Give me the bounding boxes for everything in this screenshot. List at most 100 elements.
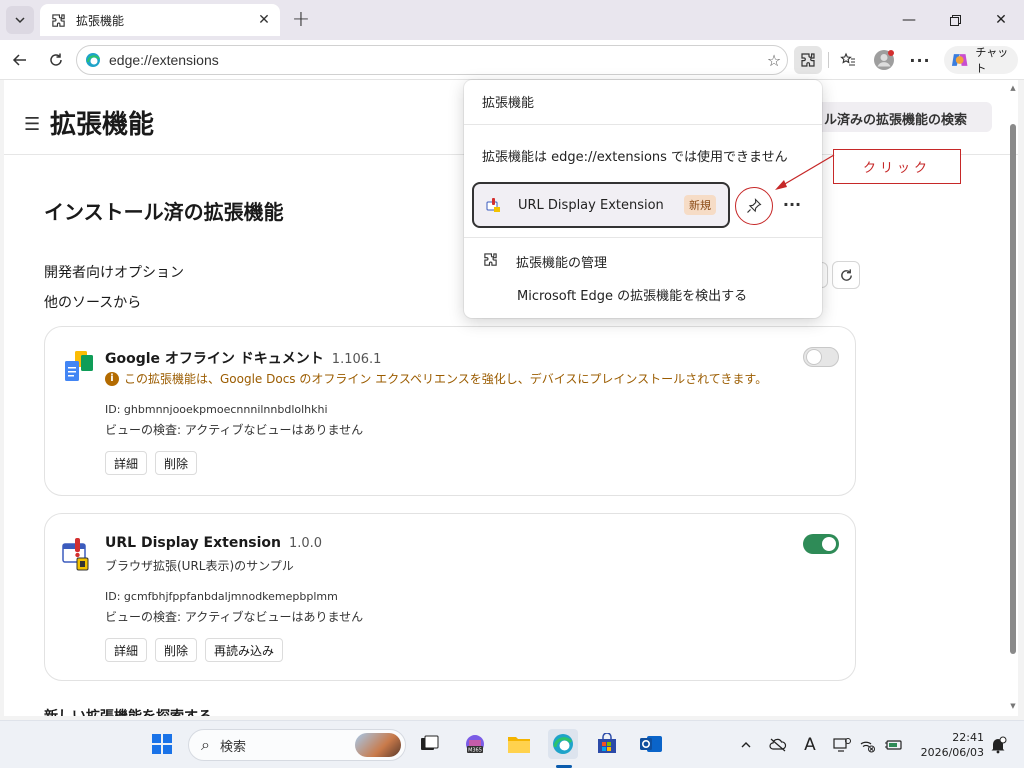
- hamburger-menu-icon[interactable]: ☰: [24, 114, 40, 135]
- search-highlight-image: [355, 733, 401, 757]
- close-window-button[interactable]: ✕: [986, 6, 1016, 34]
- restore-button[interactable]: [940, 6, 970, 34]
- scroll-up-icon[interactable]: ▲: [1008, 84, 1018, 94]
- outlook-button[interactable]: [636, 729, 666, 759]
- explore-extensions-heading: 新しい拡張機能を探索する: [44, 706, 212, 716]
- info-icon: i: [105, 371, 119, 386]
- pin-button[interactable]: [735, 187, 773, 225]
- extensions-button[interactable]: [794, 46, 822, 74]
- back-arrow-icon: [12, 54, 26, 66]
- tab-extensions[interactable]: 拡張機能 ✕: [40, 4, 280, 36]
- svg-text:M365: M365: [468, 748, 482, 754]
- favorites-button[interactable]: [834, 46, 862, 74]
- extension-description: i この拡張機能は、Google Docs のオフライン エクスペリエンスを強化し…: [105, 370, 767, 387]
- extension-search-input[interactable]: ル済みの拡張機能の検索: [804, 102, 992, 132]
- tab-actions-button[interactable]: [6, 6, 34, 34]
- discover-extensions-link[interactable]: Microsoft Edge の拡張機能を検出する: [517, 285, 747, 304]
- start-button[interactable]: [147, 729, 177, 759]
- details-button[interactable]: 詳細: [105, 638, 148, 662]
- ime-mode-icon[interactable]: A: [800, 735, 820, 755]
- scroll-down-icon[interactable]: ▼: [1008, 702, 1018, 712]
- toggle-knob: [807, 350, 821, 364]
- extension-version: 1.0.0: [289, 536, 323, 551]
- show-hidden-icons-button[interactable]: [736, 735, 756, 755]
- profile-button[interactable]: [870, 46, 898, 74]
- extension-more-actions-button[interactable]: ···: [780, 192, 804, 216]
- copilot-chat-button[interactable]: チャット: [944, 46, 1018, 75]
- refresh-icon: [840, 268, 852, 281]
- remove-button[interactable]: 削除: [155, 451, 198, 475]
- popup-title: 拡張機能: [482, 96, 535, 111]
- display-icon[interactable]: [832, 735, 852, 755]
- page-scrollbar[interactable]: ▲ ▼: [1008, 84, 1018, 712]
- favorite-star-icon[interactable]: ☆: [761, 51, 787, 70]
- refresh-icon: [50, 53, 62, 66]
- toolbar-divider: [828, 52, 829, 68]
- popup-extension-name: URL Display Extension: [518, 197, 664, 213]
- puzzle-icon: [801, 53, 815, 67]
- copilot-icon: [951, 54, 968, 66]
- annotation-arrow-icon: [775, 154, 835, 190]
- network-icon[interactable]: [858, 735, 878, 755]
- toggle-knob: [822, 537, 836, 551]
- clock-time: 22:41: [952, 731, 984, 744]
- extensions-popup: 拡張機能 拡張機能は edge://extensions では使用できません U…: [464, 80, 822, 318]
- extension-id: ID: ghbmnnjooekpmoecnnnilnnbdlolhkhi: [105, 403, 328, 416]
- extension-actions: 詳細 削除: [105, 451, 198, 475]
- installed-section-title: インストール済の拡張機能: [44, 200, 284, 224]
- task-view-button[interactable]: [414, 729, 444, 759]
- minimize-button[interactable]: —: [894, 6, 924, 34]
- extension-enable-toggle[interactable]: [803, 534, 839, 554]
- folder-icon: [508, 737, 530, 753]
- back-button[interactable]: [6, 46, 34, 74]
- extension-id: ID: gcmfbhjfppfanbdaljmnodkemepbplmm: [105, 590, 338, 603]
- search-icon: ⌕: [201, 735, 210, 754]
- favorites-icon: [840, 52, 855, 66]
- reload-button[interactable]: 再読み込み: [205, 638, 284, 662]
- taskbar-search-label: 検索: [219, 739, 246, 755]
- inspect-views: ビューの検査: アクティブなビューはありません: [105, 610, 364, 624]
- popup-divider: [464, 237, 822, 238]
- more-menu-button[interactable]: ···: [906, 46, 934, 74]
- manage-extensions-item[interactable]: 拡張機能の管理: [482, 252, 607, 271]
- m365-icon: M365: [466, 735, 484, 754]
- tab-close-icon[interactable]: ✕: [254, 12, 274, 28]
- extension-enable-toggle[interactable]: [803, 347, 839, 367]
- microsoft-store-button[interactable]: [592, 729, 622, 759]
- extension-version: 1.106.1: [331, 352, 382, 367]
- battery-icon[interactable]: [884, 735, 904, 755]
- remove-button[interactable]: 削除: [155, 638, 198, 662]
- browser-toolbar: edge://extensions ☆ ··· チャット: [0, 40, 1024, 80]
- restore-icon: [949, 14, 961, 26]
- extension-name: URL Display Extension 1.0.0: [105, 535, 322, 551]
- popup-extension-item[interactable]: URL Display Extension 新規: [472, 182, 730, 228]
- popup-divider: [464, 124, 822, 125]
- details-button[interactable]: 詳細: [105, 451, 148, 475]
- address-bar[interactable]: edge://extensions ☆: [76, 45, 788, 75]
- scroll-thumb[interactable]: [1010, 124, 1016, 654]
- extension-card-google-docs: Google オフライン ドキュメント 1.106.1 i この拡張機能は、Goog…: [44, 326, 856, 496]
- chevron-down-icon: [15, 17, 25, 24]
- manage-extensions-label: 拡張機能の管理: [516, 256, 608, 271]
- microsoft-365-button[interactable]: M365: [460, 729, 490, 759]
- extension-card-url-display: URL Display Extension 1.0.0 ブラウザ拡張(URL表示)…: [44, 513, 856, 681]
- puzzle-icon: [50, 12, 66, 28]
- new-badge: 新規: [684, 195, 716, 215]
- extension-actions: 詳細 削除 再読み込み: [105, 638, 284, 662]
- refresh-button[interactable]: [42, 46, 70, 74]
- system-clock[interactable]: 22:41 2026/06/03: [918, 730, 984, 760]
- reload-extensions-button[interactable]: [832, 261, 860, 289]
- google-docs-offline-icon: [65, 351, 93, 381]
- chevron-up-icon: [741, 742, 751, 748]
- onedrive-icon[interactable]: [768, 735, 788, 755]
- notification-icon[interactable]: [988, 735, 1008, 755]
- copilot-label: チャット: [975, 46, 1009, 75]
- page-title: 拡張機能: [50, 110, 155, 140]
- new-tab-button[interactable]: +: [288, 6, 314, 32]
- extension-name-text: URL Display Extension: [105, 535, 281, 551]
- edge-taskbar-button[interactable]: [548, 729, 578, 759]
- extension-name: Google オフライン ドキュメント 1.106.1: [105, 348, 381, 368]
- title-bar: 拡張機能 ✕ + — ✕: [0, 0, 1024, 40]
- file-explorer-button[interactable]: [504, 729, 534, 759]
- taskbar-search-box[interactable]: ⌕ 検索: [188, 729, 406, 761]
